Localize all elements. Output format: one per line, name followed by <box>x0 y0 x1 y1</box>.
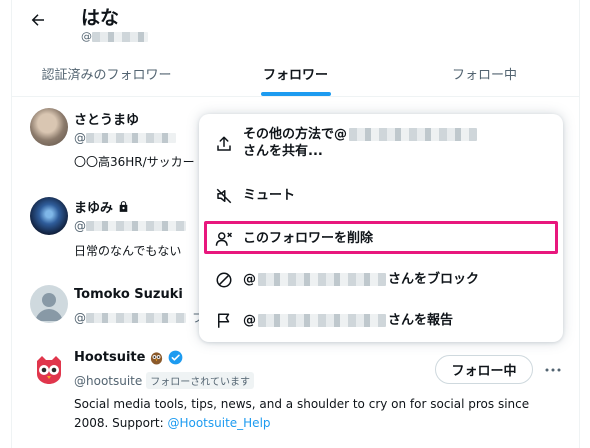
default-avatar-icon <box>35 293 63 321</box>
redacted-handle <box>258 314 386 327</box>
redacted-handle <box>349 128 478 141</box>
lock-icon <box>119 201 128 212</box>
avatar[interactable] <box>30 108 68 146</box>
support-link[interactable]: @Hootsuite_Help <box>167 416 270 430</box>
redacted-handle <box>86 133 176 143</box>
avatar[interactable] <box>30 197 68 235</box>
tab-following[interactable]: フォロー中 <box>390 50 579 96</box>
block-icon <box>215 271 233 289</box>
flag-icon <box>215 312 233 330</box>
follower-name[interactable]: Tomoko Suzuki <box>74 287 183 302</box>
owl-emoji-icon <box>151 352 163 365</box>
follower-bio: Social media tools, tips, news, and a sh… <box>74 397 530 430</box>
menu-item-remove-follower[interactable]: このフォロワーを削除 <box>199 221 563 257</box>
avatar[interactable] <box>30 285 68 323</box>
follower-handle: @ <box>74 131 176 145</box>
redacted-handle <box>86 312 186 323</box>
profile-handle: @ <box>81 30 148 43</box>
remove-user-icon <box>215 230 233 248</box>
verified-badge-icon <box>169 350 183 365</box>
redacted-handle <box>86 221 186 231</box>
follower-handle: @hootsuite フォローされています <box>74 372 254 389</box>
mute-speaker-icon <box>215 187 233 205</box>
tab-bar: 認証済みのフォロワー フォロワー フォロー中 <box>12 50 579 97</box>
menu-item-share[interactable]: その他の方法で@ さんを共有... <box>199 124 563 164</box>
follower-handle: @ フ <box>74 310 205 326</box>
follower-bio: 〇〇高36HR/サッカー <box>74 155 195 169</box>
follower-bio: 日常のなんでもない <box>74 244 182 258</box>
tab-verified-followers[interactable]: 認証済みのフォロワー <box>12 50 201 96</box>
menu-item-block[interactable]: @ さんをブロック <box>199 262 563 298</box>
follower-name[interactable]: まゆみ <box>74 197 130 216</box>
page-header: はな @ <box>12 0 579 50</box>
follower-handle: @ <box>74 219 186 233</box>
back-button[interactable] <box>24 6 52 34</box>
menu-item-report[interactable]: @ さんを報告 <box>199 303 563 339</box>
more-horizontal-icon <box>545 368 561 372</box>
active-tab-indicator <box>260 92 331 96</box>
menu-item-mute[interactable]: ミュート <box>199 178 563 214</box>
redacted-handle <box>92 31 148 42</box>
follows-you-badge: フォローされています <box>146 372 254 389</box>
following-button[interactable]: フォロー中 <box>435 355 533 384</box>
follower-name[interactable]: Hootsuite <box>74 350 183 365</box>
user-actions-menu: その他の方法で@ さんを共有... ミュート このフォロワーを削除 @ さんをブ… <box>199 114 563 342</box>
share-icon <box>215 135 233 153</box>
hootsuite-owl-logo <box>37 356 61 384</box>
more-options-button[interactable] <box>543 360 563 380</box>
arrow-left-icon <box>31 14 44 26</box>
follower-name[interactable]: さとうまゆ <box>74 109 139 128</box>
avatar[interactable] <box>30 350 68 388</box>
tab-followers[interactable]: フォロワー <box>201 50 390 96</box>
page-title: はな <box>81 7 120 29</box>
redacted-handle <box>258 273 386 286</box>
